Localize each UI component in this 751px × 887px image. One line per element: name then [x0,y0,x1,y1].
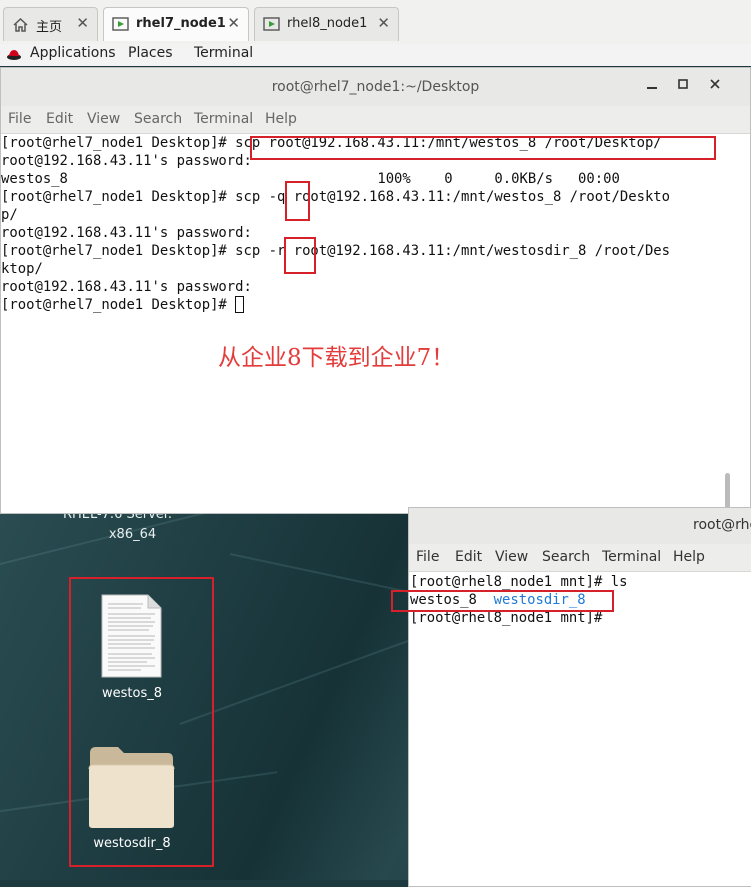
window-title: root@rhel7_node1:~/Desktop [271,79,480,95]
tab-rhel8-label: rhel8_node1 [287,16,368,31]
terminal-line: root@192.168.43.11's password: [1,153,252,169]
terminal-line: [root@rhel8_node1 mnt]# ls [410,574,628,590]
terminal-line: [root@rhel7_node1 Desktop]# scp -r root@… [1,243,671,259]
menu-file[interactable]: File [8,111,31,127]
menu-edit[interactable]: Edit [46,111,73,127]
redhat-logo-icon [7,50,21,60]
close-icon[interactable] [709,76,721,96]
text-file-icon [101,594,162,678]
vm-icon [263,17,280,31]
menu-file[interactable]: File [416,549,439,565]
menu-help[interactable]: Help [265,111,297,127]
wallpaper-streak [0,513,368,575]
menu-view[interactable]: View [495,549,528,565]
places-menu[interactable]: Places [128,45,173,61]
terminal-line: [root@rhel8_node1 mnt]# [410,610,603,626]
close-icon[interactable]: ✕ [76,14,89,32]
menu-search[interactable]: Search [542,549,590,565]
terminal-line: ktop/ [1,261,43,277]
terminal-line: westos_8 100% 0 0.0KB/s 00:00 [1,171,620,187]
minimize-icon[interactable] [646,74,658,98]
close-icon[interactable]: ✕ [227,14,240,32]
vm-icon [112,17,129,31]
terminal-line: [root@rhel7_node1 Desktop]# scp root@192… [1,135,662,151]
menu-help[interactable]: Help [673,549,705,565]
folder-icon [88,747,175,828]
ls-file-entry: westos_8 [410,592,477,608]
terminal-line: p/ [1,207,18,223]
terminal-menubar: File Edit View Search Terminal Help [409,544,751,572]
window-title: root@rhe [693,517,751,533]
terminal-output[interactable]: [root@rhel8_node1 mnt]# ls westos_8 west… [410,573,627,627]
ls-dir-entry: westosdir_8 [493,592,586,608]
terminal-line: root@192.168.43.11's password: [1,225,252,241]
menu-view[interactable]: View [87,111,120,127]
terminal-menubar: File Edit View Search Terminal Help [1,106,750,134]
tab-home[interactable]: 主页 ✕ [3,7,98,41]
window-titlebar[interactable]: root@rhe [409,508,751,545]
terminal-line: root@192.168.43.11's password: [1,279,252,295]
menu-terminal[interactable]: Terminal [602,549,661,565]
gnome-top-bar: Applications Places Terminal [0,44,751,66]
tab-rhel8-node1[interactable]: rhel8_node1 ✕ [254,7,399,41]
terminal-app-menu[interactable]: Terminal [194,45,253,61]
rhel7-terminal-window[interactable]: root@rhel7_node1:~/Desktop File Edit Vie… [0,67,751,514]
rhel8-terminal-window[interactable]: root@rhe File Edit View Search Terminal … [408,507,751,887]
applications-menu[interactable]: Applications [30,45,116,61]
menu-edit[interactable]: Edit [455,549,482,565]
home-icon [13,17,28,32]
terminal-output[interactable]: [root@rhel7_node1 Desktop]# scp root@192… [1,134,723,314]
vm-tab-bar: 主页 ✕ rhel7_node1 ✕ rhel8_node1 ✕ [0,0,751,45]
os-arch-label: x86_64 [108,527,157,542]
terminal-line: [root@rhel7_node1 Desktop]# scp -q root@… [1,189,671,205]
window-titlebar[interactable]: root@rhel7_node1:~/Desktop [1,68,750,107]
maximize-icon[interactable] [677,76,689,96]
desktop-file-label: westos_8 [102,686,162,701]
desktop-folder-label: westosdir_8 [93,836,171,851]
menu-search[interactable]: Search [134,111,182,127]
terminal-prompt-line: [root@rhel7_node1 Desktop]# [1,296,723,314]
scrollbar[interactable] [725,473,730,509]
close-icon[interactable]: ✕ [377,14,390,32]
annotation-text: 从企业8下载到企业7！ [218,345,455,371]
ls-output-line: westos_8 westosdir_8 [410,591,627,609]
terminal-prompt: [root@rhel7_node1 Desktop]# [1,297,236,313]
menu-terminal[interactable]: Terminal [194,111,253,127]
terminal-cursor [235,296,245,313]
tab-rhel7-label: rhel7_node1 [136,16,226,31]
tab-home-label: 主页 [36,20,63,35]
tab-rhel7-node1[interactable]: rhel7_node1 ✕ [103,7,249,41]
